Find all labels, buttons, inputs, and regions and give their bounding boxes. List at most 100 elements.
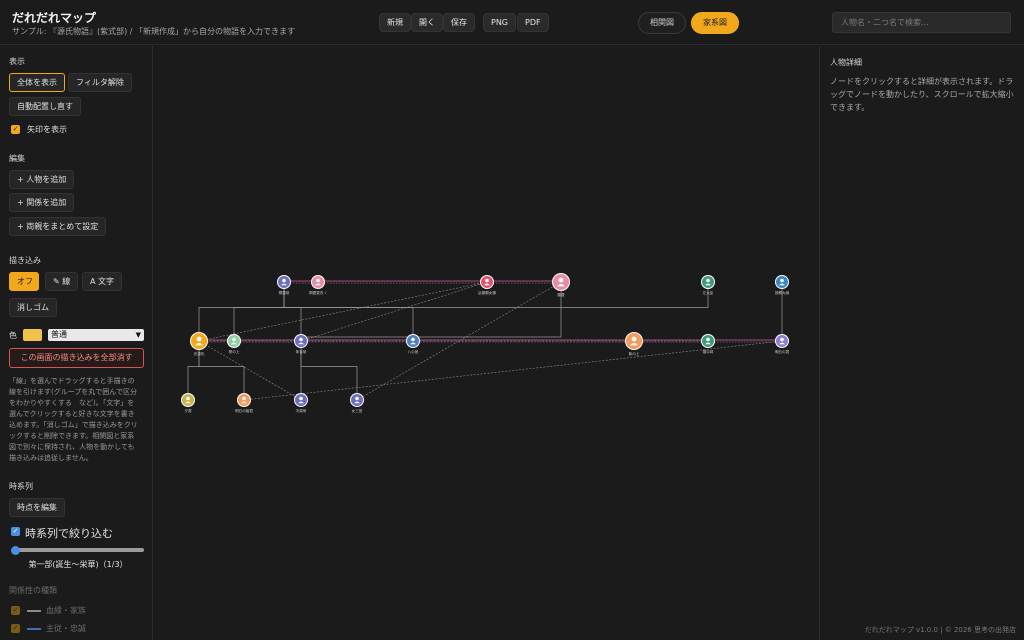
relation-type-checkbox[interactable]: ✓: [11, 624, 20, 633]
person-icon: [232, 337, 236, 342]
person-node-label: 明石の君: [775, 349, 790, 354]
person-node-label: 朱雀帝: [296, 349, 307, 354]
person-icon: [780, 337, 784, 342]
add-person-button[interactable]: + 人物を追加: [9, 170, 75, 189]
timeline-slider[interactable]: [14, 548, 144, 552]
person-icon: [196, 336, 202, 342]
family-tree-graph[interactable]: 桐壺帝 桐壺更衣 ♪ 弘徽殿女御 藤壺 左大臣 按察大納光源氏 葵の上 朱雀帝 八の宮 紫の上 頭中…: [154, 46, 819, 640]
person-icon: [411, 337, 415, 342]
person-node[interactable]: 光源氏: [190, 332, 208, 356]
color-label: 色: [9, 331, 17, 340]
app-subtitle: サンプル: 『源氏物語』(紫式部) / 「新規作成」から自分の物語を入力できます: [12, 27, 296, 36]
relation-edge: [243, 340, 783, 401]
person-node[interactable]: 頭中将: [701, 334, 715, 354]
chevron-down-icon: ▼: [135, 331, 141, 339]
timeline-section-heading: 時系列: [9, 482, 33, 491]
tab-correlation-view[interactable]: 相関図: [638, 12, 686, 34]
person-node[interactable]: 八の宮: [406, 334, 420, 354]
person-node-label: 左大臣: [703, 290, 714, 295]
person-node[interactable]: 桐壺更衣 ♪: [309, 275, 327, 295]
clear-filter-button[interactable]: フィルタ解除: [68, 73, 132, 92]
footer-credit: だれだれマップ v1.0.0 | © 2026 思考の出発店: [864, 626, 1016, 634]
person-node[interactable]: 冷泉帝: [294, 393, 308, 413]
person-node-label: 夕霧: [184, 408, 192, 413]
person-icon: [706, 278, 710, 283]
show-all-button[interactable]: 全体を表示: [9, 73, 65, 92]
person-node[interactable]: 紫の上: [625, 332, 643, 356]
export-png-button[interactable]: PNG: [483, 13, 517, 32]
relation-type-label: 血縁・家族: [46, 606, 86, 615]
person-icon: [316, 278, 320, 283]
tab-family-tree-view[interactable]: 家系図: [691, 12, 739, 34]
person-icon: [631, 336, 637, 342]
parent-child-edge: [300, 341, 358, 400]
person-node[interactable]: 明石の君: [775, 334, 790, 354]
person-node-label: 藤壺: [557, 292, 565, 297]
person-node-label: 冷泉帝: [296, 408, 307, 413]
relation-type-label: 主従・忠誠: [46, 624, 86, 633]
person-icon: [242, 396, 246, 401]
timeline-filter-checkbox[interactable]: ✓: [11, 527, 20, 536]
person-icon: [282, 278, 286, 283]
timeline-current-label: 第一部(誕生〜栄華)（1/3）: [28, 560, 128, 569]
open-button[interactable]: 開く: [411, 13, 443, 32]
relation-type-swatch: [27, 628, 41, 630]
relation-type-swatch: [27, 610, 41, 612]
person-node[interactable]: 桐壺帝: [277, 275, 291, 295]
person-node[interactable]: 女三宮: [350, 393, 364, 413]
person-node[interactable]: 弘徽殿女御: [478, 275, 496, 295]
relation-types-heading: 関係性の種類: [9, 586, 57, 595]
person-node-label: 女三宮: [352, 408, 363, 413]
person-icon: [485, 278, 489, 283]
person-node-label: 八の宮: [408, 349, 419, 354]
left-sidebar: 表示 全体を表示 フィルタ解除 自動配置し直す ✓ 矢印を表示 編集 + 人物を…: [0, 46, 153, 640]
person-node[interactable]: 按察大納: [775, 275, 790, 295]
drawing-line-button[interactable]: ✎ 線: [45, 272, 79, 291]
person-node[interactable]: 左大臣: [701, 275, 715, 295]
eraser-button[interactable]: 消しゴム: [9, 298, 57, 317]
person-node-label: 紫の上: [629, 351, 640, 356]
auto-layout-button[interactable]: 自動配置し直す: [9, 97, 81, 116]
detail-panel-title: 人物詳細: [830, 58, 862, 67]
drawing-help-text: 「線」を選んでドラッグすると手描きの線を引けます(グループを丸で囲んで区分をわか…: [9, 377, 138, 462]
parent-child-edge: [187, 341, 200, 400]
relation-type-checkbox[interactable]: ✓: [11, 606, 20, 615]
detail-panel: 人物詳細 ノードをクリックすると詳細が表示されます。ドラッグでノードを動かしたり…: [819, 46, 1024, 640]
person-node-label: 弘徽殿女御: [478, 290, 496, 295]
person-node-label: 桐壺更衣 ♪: [309, 290, 327, 295]
parent-child-edge: [283, 282, 414, 341]
timeline-slider-handle[interactable]: [11, 546, 20, 555]
search-input[interactable]: [832, 12, 1011, 33]
timeline-filter-label: 時系列で絞り込む: [25, 527, 113, 540]
person-node-label: 葵の上: [229, 349, 240, 354]
stroke-width-select[interactable]: 普通 ▼: [48, 329, 144, 341]
parent-child-edge: [233, 282, 709, 341]
person-node[interactable]: 葵の上: [227, 334, 241, 354]
clear-drawings-button[interactable]: この画面の描き込みを全部消す: [9, 348, 144, 368]
save-button[interactable]: 保存: [443, 13, 475, 32]
add-relation-button[interactable]: + 関係を追加: [9, 193, 75, 212]
display-section-heading: 表示: [9, 57, 25, 66]
person-icon: [186, 396, 190, 401]
person-node-label: 頭中将: [703, 349, 714, 354]
set-parents-button[interactable]: + 両親をまとめて設定: [9, 217, 107, 236]
edit-section-heading: 編集: [9, 154, 25, 163]
drawing-text-button[interactable]: A 文字: [82, 272, 123, 291]
edit-timepoints-button[interactable]: 時点を編集: [9, 498, 65, 517]
family-tree-canvas[interactable]: 桐壺帝 桐壺更衣 ♪ 弘徽殿女御 藤壺 左大臣 按察大納光源氏 葵の上 朱雀帝 八の宮 紫の上 頭中…: [154, 46, 819, 640]
export-pdf-button[interactable]: PDF: [517, 13, 549, 32]
drawing-off-button[interactable]: オフ: [9, 272, 39, 291]
app-title: だれだれマップ: [12, 11, 97, 25]
person-node-label: 光源氏: [194, 351, 205, 356]
relation-edge: [300, 281, 488, 342]
person-node-label: 明石の姫君: [235, 408, 253, 413]
person-node[interactable]: 藤壺: [552, 273, 570, 297]
color-swatch[interactable]: [23, 329, 42, 341]
person-node[interactable]: 朱雀帝: [294, 334, 308, 354]
relation-edge: [198, 281, 488, 342]
show-arrows-checkbox[interactable]: ✓: [11, 125, 20, 134]
person-node[interactable]: 明石の姫君: [235, 393, 253, 413]
person-node-label: 桐壺帝: [279, 290, 290, 295]
person-node[interactable]: 夕霧: [181, 393, 195, 413]
new-button[interactable]: 新規: [379, 13, 411, 32]
